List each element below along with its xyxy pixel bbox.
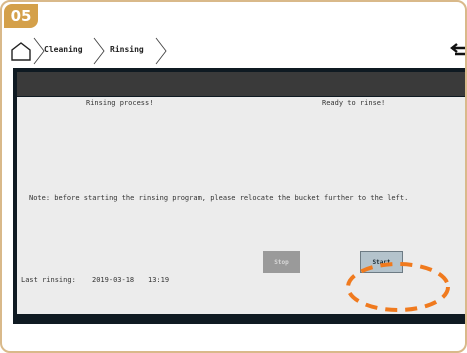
breadcrumb-item-rinsing[interactable]: Rinsing <box>110 45 144 54</box>
back-arrow-icon[interactable] <box>449 43 467 59</box>
instruction-frame: 05 Cleaning Rinsing Rinsing process! Rea… <box>0 0 467 353</box>
step-badge: 05 <box>4 4 38 28</box>
relocate-note: Note: before starting the rinsing progra… <box>29 194 409 202</box>
highlight-ellipse-icon <box>346 262 450 312</box>
chevron-right-icon <box>93 37 105 65</box>
breadcrumb-item-cleaning[interactable]: Cleaning <box>44 45 83 54</box>
status-rinsing-process: Rinsing process! <box>86 99 154 107</box>
screen-header-bar <box>17 72 465 96</box>
breadcrumb: Cleaning Rinsing <box>4 36 467 66</box>
chevron-right-icon <box>155 37 167 65</box>
last-rinsing-time: 13:19 <box>148 276 170 284</box>
home-icon[interactable] <box>10 41 32 61</box>
last-rinsing-date: 2019-03-18 <box>92 276 135 284</box>
stop-button[interactable]: Stop <box>263 251 300 273</box>
status-ready: Ready to rinse! <box>322 99 386 107</box>
last-rinsing-label: Last rinsing: <box>21 276 76 284</box>
